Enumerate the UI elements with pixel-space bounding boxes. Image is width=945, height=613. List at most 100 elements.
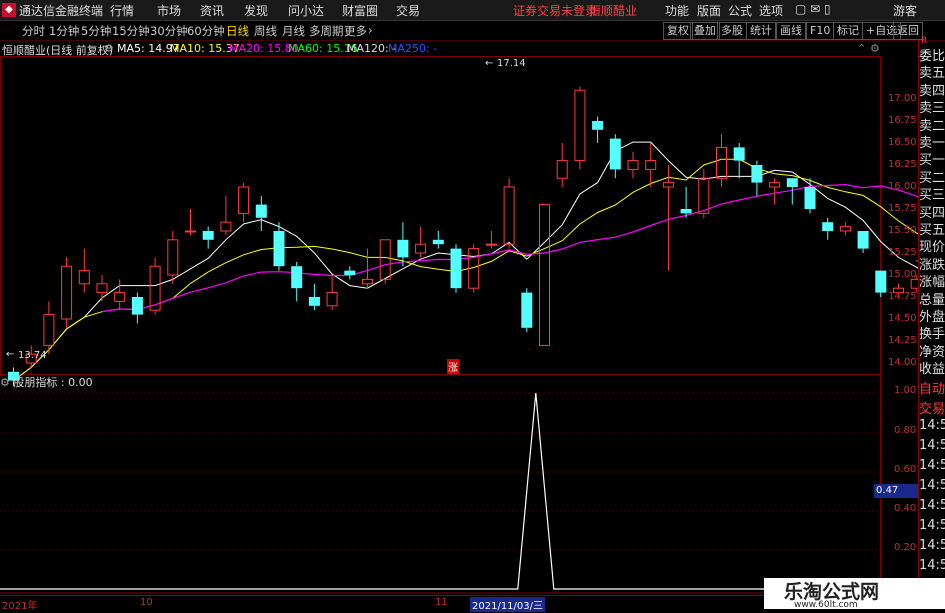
quote-item: 买四 [919, 205, 945, 221]
period-tab-15min[interactable]: 15分钟 [112, 23, 150, 39]
login-warning[interactable]: 证券交易未登录 [513, 2, 597, 19]
watermark: 乐淘公式网 www.60lt.com [764, 578, 945, 610]
period-tab-weekly[interactable]: 周线 [254, 23, 277, 39]
quote-panel: 委比 卖五 卖四 卖三 卖二 卖一 买一 买二 买三 买四 买五 现价 涨跌 涨幅 总量 外盘 换手 净资 收益 自动… [918, 40, 945, 605]
kline-chart[interactable] [0, 56, 918, 609]
candle-body [680, 209, 692, 214]
candle [362, 248, 373, 289]
indicator-settings-icon[interactable]: ⚙ [0, 376, 10, 389]
quote-item: 14:56 [919, 538, 945, 553]
period-tab-1min[interactable]: 1分钟 [49, 23, 79, 39]
candle-body [627, 160, 639, 170]
candle-body [43, 314, 55, 346]
quote-item: 收益 [919, 362, 945, 378]
ma20-line [101, 183, 918, 313]
menu-item-news[interactable]: 资讯 [200, 2, 224, 19]
candle [308, 283, 320, 311]
menu-item-wealth[interactable]: 财富圈 [342, 2, 378, 19]
quote-item: 卖二 [919, 118, 945, 134]
candle-body [326, 292, 338, 307]
candle [379, 239, 391, 284]
svg-text:www.60lt.com: www.60lt.com [794, 600, 858, 609]
quote-item[interactable]: 自动 [919, 378, 945, 397]
menu-item-layout[interactable]: 版面 [697, 2, 721, 19]
tool-stats-button[interactable]: 统计 [746, 22, 776, 40]
window-controls-icon[interactable]: ▢ ✉ ▯ [795, 2, 831, 16]
period-tab-5min[interactable]: 5分钟 [81, 23, 111, 39]
candle [202, 226, 214, 249]
menu-item-discover[interactable]: 发现 [244, 2, 268, 19]
candle [592, 116, 604, 143]
period-tab-daily[interactable]: 日线 [226, 23, 249, 39]
candle [220, 195, 232, 236]
period-tab-more[interactable]: 更多 [344, 23, 367, 39]
quote-item: 14:56 [919, 498, 945, 513]
period-tab-30min[interactable]: 30分钟 [150, 23, 188, 39]
main-frame [0, 56, 881, 375]
period-tab-intraday[interactable]: 分时 [22, 23, 45, 39]
indicator-line [0, 392, 880, 590]
tool-draw-button[interactable]: 画线 [776, 22, 806, 40]
quote-item: 14:56 [919, 438, 945, 453]
menu-item-functions[interactable]: 功能 [665, 2, 689, 19]
candle-body [698, 177, 710, 214]
candle-body [539, 204, 550, 346]
menu-item-trade[interactable]: 交易 [396, 2, 420, 19]
quote-item: 卖三 [919, 101, 945, 117]
candle [273, 222, 285, 271]
candle-body [131, 297, 143, 315]
quote-item[interactable]: 交易 [919, 398, 945, 417]
candle-body [804, 187, 816, 209]
candle-body [521, 292, 533, 328]
tool-overlay-button[interactable]: 叠加 [690, 22, 720, 40]
tool-f10-button[interactable]: F10 [806, 22, 835, 40]
candle [521, 288, 533, 333]
candle-body [822, 222, 834, 231]
menu-item-options[interactable]: 选项 [759, 2, 783, 19]
candle [839, 222, 851, 236]
candle-body [167, 239, 179, 276]
tool-adjust-button[interactable]: 复权 [663, 22, 693, 40]
candle [627, 151, 639, 179]
price-tick: 16.75 [888, 115, 917, 126]
candle-body [769, 182, 781, 188]
candle-body [415, 243, 427, 254]
collapse-icon[interactable]: ⌃ [857, 42, 866, 55]
guest-user[interactable]: 游客 [893, 2, 917, 19]
candle-body [185, 230, 196, 233]
quote-item: 买五 [919, 223, 945, 238]
candle [769, 178, 781, 205]
menu-item-ask[interactable]: 问小达 [288, 2, 324, 19]
candle [78, 248, 90, 293]
period-tab-multi[interactable]: 多周期 [309, 23, 344, 39]
indicator-title: 股朋指标 : 0.00 [13, 376, 93, 389]
price-tick: 17.00 [888, 93, 917, 104]
settings-icon[interactable]: ⚙ [104, 42, 114, 55]
menu-item-quotes[interactable]: 行情 [110, 2, 134, 19]
candle [609, 134, 621, 179]
indicator-tick: 0.80 [894, 425, 917, 436]
quote-item: 换手 [919, 327, 945, 343]
indicator-tick: 0.20 [894, 542, 917, 553]
period-tab-60min[interactable]: 60分钟 [187, 23, 225, 39]
chart-settings-icon[interactable]: ⚙ [870, 42, 880, 55]
menu-item-formula[interactable]: 公式 [728, 2, 752, 19]
menu-item-market[interactable]: 市场 [157, 2, 181, 19]
candle [415, 226, 427, 258]
period-tab-monthly[interactable]: 月线 [282, 23, 305, 39]
indicator-tick: 0.60 [894, 464, 917, 475]
candle [167, 231, 179, 284]
candle [822, 217, 834, 240]
indicator-axis: 1.00 0.80 0.60 0.40 0.20 [880, 380, 918, 580]
candle-body [662, 182, 674, 188]
tool-mark-button[interactable]: 标记 [833, 22, 863, 40]
candle-body [308, 297, 320, 306]
candle [238, 182, 250, 223]
candle-body [592, 121, 604, 130]
candle-body [397, 239, 409, 258]
tool-multi-stock-button[interactable]: 多股 [717, 22, 747, 40]
more-dropdown-icon[interactable]: › [368, 23, 373, 37]
tool-back-button[interactable]: 返回 [893, 22, 923, 40]
quote-item: 14:56 [919, 458, 945, 473]
candle [804, 178, 816, 214]
